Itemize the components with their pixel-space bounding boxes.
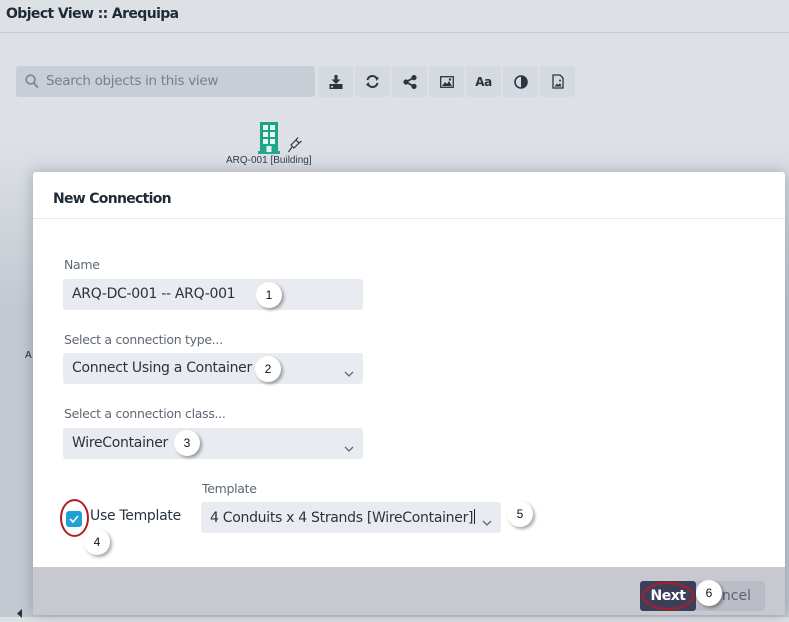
refresh-button[interactable]	[355, 66, 390, 97]
scroll-left-arrow[interactable]	[17, 603, 23, 622]
step-badge-4: 4	[84, 529, 110, 555]
use-template-label: Use Template	[90, 508, 181, 524]
highlight-ring	[60, 499, 89, 537]
step-badge-3: 3	[174, 430, 200, 456]
share-button[interactable]	[392, 66, 427, 97]
chevron-down-icon	[344, 365, 354, 381]
template-text: 4 Conduits x 4 Strands [WireContainer]	[210, 510, 474, 526]
download-icon	[329, 74, 342, 89]
template-label: Template	[202, 481, 257, 496]
partial-node-label: A	[25, 350, 32, 361]
image-button[interactable]	[429, 66, 464, 97]
app-header: Object View :: Arequipa	[0, 0, 789, 33]
template-value: 4 Conduits x 4 Strands [WireContainer]	[210, 509, 476, 526]
name-label: Name	[64, 257, 100, 272]
search-input[interactable]: Search objects in this view	[16, 66, 315, 97]
contrast-button[interactable]	[503, 66, 538, 97]
template-select[interactable]: 4 Conduits x 4 Strands [WireContainer]	[201, 502, 501, 533]
chevron-down-icon	[344, 440, 354, 456]
dialog-title: New Connection	[53, 191, 172, 207]
connection-class-select[interactable]: WireContainer	[63, 428, 363, 459]
share-icon	[402, 74, 417, 89]
window-title: Object View :: Arequipa	[6, 6, 179, 22]
font-icon: Aa	[475, 74, 492, 89]
name-value: ARQ-DC-001 -- ARQ-001	[72, 286, 236, 302]
download-button[interactable]	[318, 66, 353, 97]
search-icon	[25, 74, 39, 93]
connection-type-label: Select a connection type...	[64, 332, 223, 347]
chevron-down-icon	[482, 514, 492, 530]
connection-class-label: Select a connection class...	[64, 406, 226, 421]
search-placeholder: Search objects in this view	[46, 73, 219, 89]
connection-type-value: Connect Using a Container	[72, 360, 252, 376]
step-badge-5: 5	[507, 501, 533, 527]
font-button[interactable]: Aa	[466, 66, 501, 97]
connection-class-value: WireContainer	[72, 435, 169, 451]
image-icon	[439, 75, 454, 88]
step-badge-2: 2	[255, 356, 281, 382]
dialog-divider	[33, 218, 785, 219]
export-document-button[interactable]	[540, 66, 575, 97]
dialog-footer: ncel Next 6	[33, 567, 785, 615]
highlight-ring	[642, 582, 694, 610]
name-input[interactable]: ARQ-DC-001 -- ARQ-001	[63, 279, 363, 310]
document-image-icon	[551, 74, 564, 89]
connection-type-select[interactable]: Connect Using a Container	[63, 353, 363, 384]
new-connection-dialog: New Connection Name ARQ-DC-001 -- ARQ-00…	[33, 172, 785, 615]
contrast-icon	[513, 74, 528, 89]
refresh-icon	[366, 74, 379, 89]
text-caret	[474, 509, 476, 524]
step-badge-1: 1	[256, 282, 282, 308]
step-badge-6: 6	[696, 580, 722, 606]
